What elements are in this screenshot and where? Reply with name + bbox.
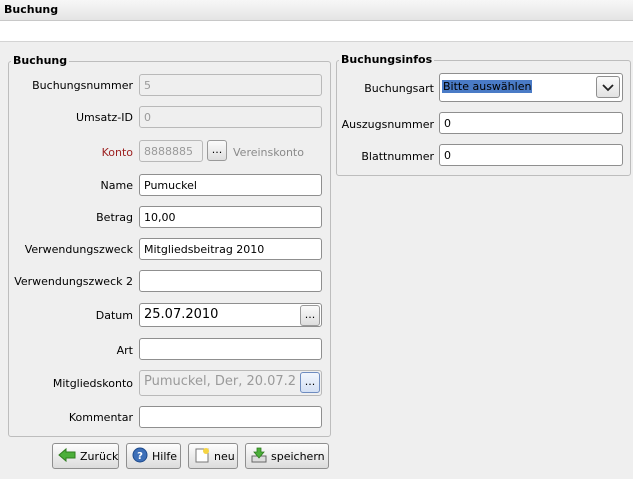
svg-text:?: ? (137, 451, 143, 462)
name-field[interactable]: Pumuckel (139, 174, 322, 196)
window-title: Buchung (4, 3, 59, 16)
kommentar-field[interactable] (139, 406, 322, 428)
art-label: Art (116, 344, 133, 357)
mitgliedskonto-label: Mitgliedskonto (52, 377, 133, 390)
zurueck-button-label: Zurück (80, 449, 119, 463)
buchungsinfos-group-title: Buchungsinfos (339, 53, 435, 66)
datum-picker-button[interactable]: ... (300, 305, 320, 326)
datum-field[interactable]: 25.07.2010 (139, 303, 322, 327)
toolbar-area (0, 21, 633, 42)
buchungsart-selected-value: Bitte auswählen (442, 80, 533, 93)
hilfe-button[interactable]: ? Hilfe (126, 443, 181, 469)
mitgliedskonto-select-button[interactable]: ... (300, 372, 320, 393)
art-field[interactable] (139, 338, 322, 360)
buchung-group-title: Buchung (11, 54, 70, 67)
buchungsart-label: Buchungsart (364, 82, 434, 95)
speichern-button[interactable]: speichern (245, 443, 329, 469)
speichern-button-label: speichern (271, 449, 325, 463)
blattnummer-label: Blattnummer (361, 150, 434, 163)
neu-button-label: neu (214, 449, 235, 463)
auszugsnummer-label: Auszugsnummer (341, 118, 434, 131)
verwendungszweck2-label: Verwendungszweck 2 (14, 275, 133, 288)
kommentar-label: Kommentar (68, 411, 133, 424)
zurueck-button[interactable]: Zurück (52, 443, 119, 469)
chevron-down-icon[interactable] (596, 76, 620, 98)
konto-field: 8888885 (139, 140, 203, 162)
name-label: Name (100, 179, 133, 192)
konto-label[interactable]: Konto (102, 146, 133, 159)
mitgliedskonto-field: Pumuckel, Der, 20.07.2 (139, 370, 322, 396)
datum-label: Datum (95, 309, 133, 322)
konto-select-button[interactable]: ... (207, 140, 227, 161)
buchungsart-select[interactable]: Bitte auswählen (439, 73, 623, 102)
umsatz-id-field: 0 (139, 106, 322, 128)
konto-note: Vereinskonto (233, 146, 304, 159)
verwendungszweck2-field[interactable] (139, 270, 322, 292)
neu-button[interactable]: neu (188, 443, 238, 469)
umsatz-id-label: Umsatz-ID (75, 111, 133, 124)
verwendungszweck-label: Verwendungszweck (24, 243, 133, 256)
hilfe-button-label: Hilfe (152, 449, 178, 463)
window-title-bar: Buchung (0, 0, 633, 21)
buchungsnummer-label: Buchungsnummer (32, 79, 133, 92)
blattnummer-field[interactable]: 0 (439, 144, 623, 166)
buchungsnummer-field: 5 (139, 74, 322, 96)
new-document-icon (194, 447, 210, 466)
auszugsnummer-field[interactable]: 0 (439, 112, 623, 134)
save-icon (251, 447, 267, 466)
betrag-field[interactable]: 10,00 (139, 206, 322, 228)
verwendungszweck-field[interactable]: Mitgliedsbeitrag 2010 (139, 238, 322, 260)
arrow-left-icon (58, 447, 76, 466)
help-icon: ? (132, 447, 148, 466)
betrag-label: Betrag (96, 211, 133, 224)
